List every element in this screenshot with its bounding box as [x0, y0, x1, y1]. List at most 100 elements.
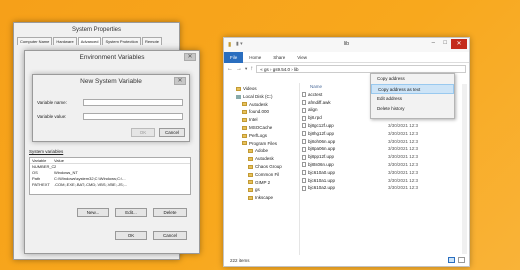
- sidebar-item-adobe[interactable]: Adobe: [236, 147, 299, 155]
- vertical-scrollbar[interactable]: [462, 84, 467, 254]
- close-icon[interactable]: ✕: [174, 77, 186, 85]
- sidebar-item-common-files[interactable]: Common Fil: [236, 171, 299, 179]
- file-name: bj8pa06n.upp: [308, 146, 336, 152]
- edit-button[interactable]: Edit...: [115, 208, 147, 217]
- nav-label: Adobe: [255, 148, 269, 154]
- list-item[interactable]: bj8pp12f.upp 3/30/2021 12:3: [302, 153, 462, 161]
- list-item[interactable]: PATHEXT .COM;.EXE;.BAT;.CMD;.VBS;.VBE;.J…: [30, 182, 190, 188]
- cancel-button[interactable]: Cancel: [153, 231, 187, 240]
- ok-button[interactable]: OK: [115, 231, 147, 240]
- list-item[interactable]: bj8pa06n.upp 3/30/2021 12:3: [302, 145, 462, 153]
- folder-icon: [248, 180, 253, 185]
- tab-share[interactable]: Share: [267, 52, 291, 63]
- tab-system-protection[interactable]: System Protection: [102, 37, 141, 45]
- details-view-icon[interactable]: [448, 257, 455, 263]
- tab-hardware[interactable]: Hardware: [53, 37, 77, 45]
- file-icon: [302, 99, 306, 105]
- column-variable[interactable]: Variable: [30, 158, 54, 163]
- folder-icon: [242, 102, 247, 107]
- variable-name-field[interactable]: [83, 99, 183, 106]
- up-icon[interactable]: ↑: [250, 66, 253, 72]
- new-variable-title: New System Variable: [80, 78, 142, 85]
- system-variables-list[interactable]: Variable Value NUMBER_OF_P... 2 OS Windo…: [29, 157, 191, 195]
- nav-label: PerfLogs: [249, 132, 268, 138]
- file-name: bj8pp12f.upp: [308, 154, 335, 160]
- sidebar-item-perflogs[interactable]: PerfLogs: [236, 132, 299, 140]
- sidebar-item-local-disk[interactable]: Local Disk (C:): [236, 93, 299, 101]
- explorer-titlebar: ▮ ▮ ▾ lib – □ ✕: [224, 38, 469, 52]
- system-variables-label: System variables: [29, 149, 64, 154]
- sidebar-item-inkscape[interactable]: Inkscape: [236, 194, 299, 202]
- tab-computer-name[interactable]: Computer Name: [17, 37, 53, 45]
- large-icons-view-icon[interactable]: [458, 257, 465, 263]
- menu-item-delete-history[interactable]: Delete history: [371, 104, 454, 114]
- forward-icon[interactable]: →: [236, 66, 242, 72]
- variable-value: .COM;.EXE;.BAT;.CMD;.VBS;.VBE;.JS;...: [54, 182, 128, 187]
- nav-label: Program Files: [249, 140, 278, 146]
- tab-remote[interactable]: Remote: [141, 37, 162, 45]
- new-button[interactable]: New...: [77, 208, 109, 217]
- close-icon[interactable]: ✕: [184, 53, 196, 61]
- tab-home[interactable]: Home: [243, 52, 267, 63]
- sidebar-item-gimp[interactable]: GIMP 2: [236, 179, 299, 187]
- file-name: bjc610a1.upp: [308, 177, 336, 183]
- variable-name-label: Variable name:: [37, 100, 67, 105]
- delete-button[interactable]: Delete: [153, 208, 187, 217]
- variable-name: PATHEXT: [32, 182, 50, 187]
- ribbon: File Home Share View: [224, 51, 469, 63]
- list-item[interactable]: bj8ts06n.upp 3/30/2021 12:3: [302, 161, 462, 169]
- file-name: bj8oh06n.upp: [308, 138, 336, 144]
- file-name: bjc610a0.upp: [308, 169, 336, 175]
- menu-item-copy-address-as-text[interactable]: Copy address as text: [371, 84, 454, 94]
- address-bar[interactable]: « gs › gs9.54.0 › lib: [256, 65, 466, 73]
- ok-button[interactable]: OK: [131, 128, 155, 137]
- sidebar-item-found[interactable]: found.000: [236, 108, 299, 116]
- recent-chevron-icon[interactable]: ▾: [245, 66, 247, 72]
- navigation-pane: Videos Local Disk (C:) Autodesk found.00…: [224, 83, 300, 255]
- sidebar-item-videos[interactable]: Videos: [236, 85, 299, 93]
- list-item[interactable]: bj8hg12f.upp 3/30/2021 12:3: [302, 130, 462, 138]
- folder-icon: [248, 196, 253, 201]
- nav-label: gs: [255, 187, 260, 193]
- tab-file[interactable]: File: [224, 51, 244, 63]
- list-item[interactable]: bjc610a2.upp 3/30/2021 12:3: [302, 184, 462, 192]
- system-properties-tabs: Computer Name Hardware Advanced System P…: [14, 37, 179, 45]
- list-item[interactable]: bj8gc12f.upp 3/30/2021 12:3: [302, 122, 462, 130]
- file-icon: [302, 154, 306, 160]
- file-icon: [302, 162, 306, 168]
- list-item[interactable]: bjc610a1.upp 3/30/2021 12:3: [302, 177, 462, 185]
- file-date: 3/30/2021 12:3: [388, 161, 419, 167]
- file-icon: [302, 92, 306, 98]
- list-item[interactable]: bj8oh06n.upp 3/30/2021 12:3: [302, 138, 462, 146]
- tab-view[interactable]: View: [291, 52, 313, 63]
- tab-advanced[interactable]: Advanced: [77, 37, 102, 45]
- file-date: 3/30/2021 12:3: [388, 130, 419, 136]
- file-name: bj8ts06n.upp: [308, 161, 334, 167]
- column-value[interactable]: Value: [54, 158, 190, 163]
- sidebar-item-intel[interactable]: Intel: [236, 116, 299, 124]
- file-name: acctest: [308, 91, 323, 97]
- close-icon[interactable]: ✕: [451, 39, 467, 49]
- address-context-menu: Copy address Copy address as text Edit a…: [370, 73, 455, 119]
- variable-value-field[interactable]: [83, 113, 183, 120]
- sidebar-item-gs[interactable]: gs: [236, 186, 299, 194]
- nav-label: GIMP 2: [255, 179, 271, 185]
- menu-item-edit-address[interactable]: Edit address: [371, 94, 454, 104]
- drive-icon: [236, 94, 241, 99]
- cancel-button[interactable]: Cancel: [159, 128, 185, 137]
- sidebar-item-autodesk[interactable]: Autodesk: [236, 101, 299, 109]
- folder-icon: [236, 86, 241, 91]
- file-icon: [302, 138, 306, 144]
- sidebar-item-chaos-group[interactable]: Chaos Group: [236, 163, 299, 171]
- list-item[interactable]: bjc610a0.upp 3/30/2021 12:3: [302, 169, 462, 177]
- back-icon[interactable]: ←: [227, 66, 233, 72]
- sidebar-item-program-files[interactable]: Program Files: [236, 140, 299, 148]
- new-system-variable-dialog: New System Variable ✕ Variable name: Var…: [32, 74, 190, 142]
- minimize-icon[interactable]: –: [432, 40, 435, 46]
- folder-icon: [248, 172, 253, 177]
- sidebar-item-autodesk-pf[interactable]: Autodesk: [236, 155, 299, 163]
- sidebar-item-msocache[interactable]: MSOCache: [236, 124, 299, 132]
- menu-item-copy-address[interactable]: Copy address: [371, 74, 454, 84]
- maximize-icon[interactable]: □: [443, 40, 447, 46]
- status-bar: 222 items: [224, 255, 469, 266]
